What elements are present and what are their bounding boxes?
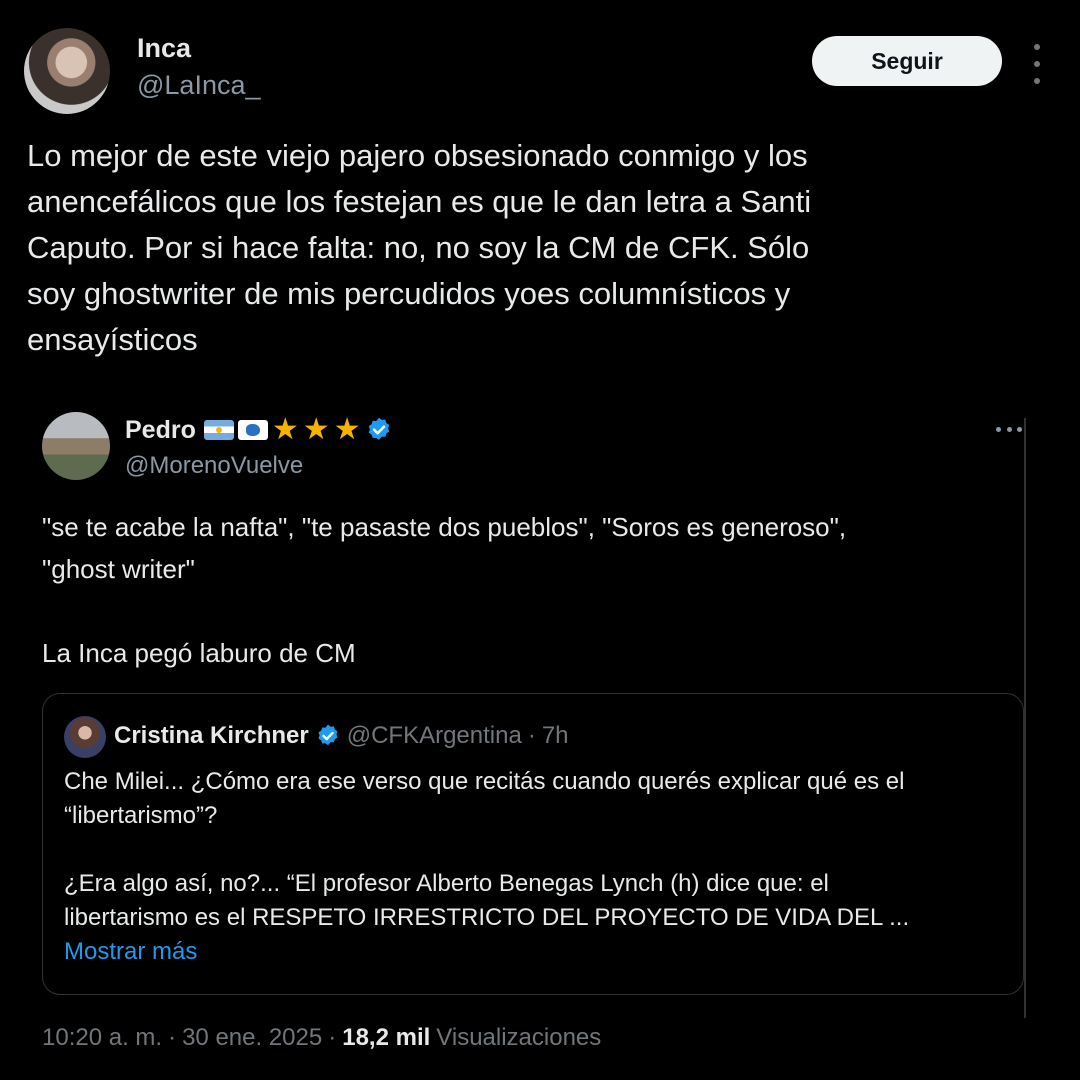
- quote-author-handle[interactable]: @MorenoVuelve: [125, 452, 303, 480]
- author-handle[interactable]: @LaInca_: [137, 70, 261, 101]
- nested-author-avatar[interactable]: [64, 716, 106, 758]
- quote-divider: [1024, 418, 1026, 1018]
- quote-author-row[interactable]: Pedro ★ ★ ★: [125, 414, 393, 446]
- more-options-icon[interactable]: [1025, 44, 1049, 84]
- meta-separator: ·: [527, 722, 536, 749]
- star-icon: ★: [333, 413, 361, 446]
- flag-malvinas-icon: [237, 420, 268, 440]
- meta-separator: ·: [328, 1024, 337, 1051]
- author-avatar[interactable]: [24, 28, 110, 114]
- views-count: 18,2 mil: [342, 1024, 431, 1051]
- tweet-meta: 10:20 a. m. · 30 ene. 2025 · 18,2 mil Vi…: [42, 1024, 601, 1052]
- star-icon: ★: [302, 413, 330, 446]
- author-name[interactable]: Inca: [137, 33, 191, 64]
- nested-quote-text: Che Milei... ¿Cómo era ese verso que rec…: [64, 768, 910, 931]
- flag-argentina-icon: [203, 420, 234, 440]
- views-label: Visualizaciones: [436, 1024, 602, 1051]
- tweet-time[interactable]: 10:20 a. m.: [42, 1024, 162, 1052]
- star-icon: ★: [271, 413, 299, 446]
- nested-author-row[interactable]: Cristina Kirchner @CFKArgentina · 7h: [114, 720, 569, 752]
- verified-badge-icon: [368, 417, 389, 440]
- quote-text: "se te acabe la nafta", "te pasaste dos …: [42, 512, 847, 668]
- nested-timestamp[interactable]: 7h: [542, 722, 569, 750]
- quote-author-name[interactable]: Pedro: [125, 416, 196, 445]
- quote-author-avatar[interactable]: [42, 412, 110, 480]
- follow-button[interactable]: Seguir: [812, 36, 1002, 86]
- verified-badge-icon: [318, 724, 338, 746]
- meta-separator: ·: [168, 1024, 177, 1051]
- quote-more-options-icon[interactable]: [996, 424, 1022, 434]
- tweet-date[interactable]: 30 ene. 2025: [182, 1024, 322, 1052]
- tweet-text: Lo mejor de este viejo pajero obsesionad…: [27, 138, 812, 357]
- nested-author-handle[interactable]: @CFKArgentina: [347, 722, 522, 750]
- nested-author-name[interactable]: Cristina Kirchner: [114, 722, 309, 750]
- show-more-link[interactable]: Mostrar más: [64, 938, 197, 966]
